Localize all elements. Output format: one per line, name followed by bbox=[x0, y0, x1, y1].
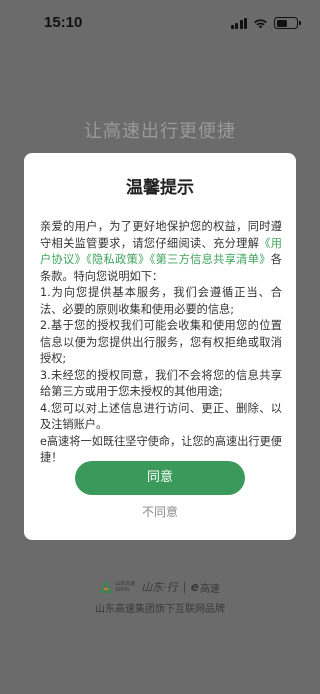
dialog-item-4: 4.您可以对上述信息进行访问、更正、删除、以及注销账户。 bbox=[40, 401, 282, 432]
dialog-body: 亲爱的用户，为了更好地保护您的权益，同时遵守相关监管要求，请您仔细阅读、充分理解… bbox=[40, 219, 282, 467]
privacy-dialog: 温馨提示 亲爱的用户，为了更好地保护您的权益，同时遵守相关监管要求，请您仔细阅读… bbox=[24, 153, 296, 540]
sdhs-mark-icon bbox=[100, 581, 113, 593]
privacy-policy-link[interactable]: 《隐私政策》 bbox=[86, 253, 150, 266]
third-party-list-link[interactable]: 《第三方信息共享清单》 bbox=[150, 253, 271, 266]
shandong-xing-logo: 山东·行 bbox=[141, 581, 178, 594]
battery-icon bbox=[274, 17, 301, 29]
logo-divider bbox=[183, 581, 185, 593]
dialog-item-1: 1.为向您提供基本服务，我们会遵循正当、合法、必要的原则收集和使用必要的信息; bbox=[40, 286, 282, 316]
dialog-item-3: 3.未经您的授权同意，我们不会将您的信息共享给第三方或用于您未授权的其他用途; bbox=[40, 368, 282, 399]
agree-button[interactable]: 同意 bbox=[75, 461, 245, 495]
sdhs-logo-text: 山东高速 SDHS bbox=[115, 581, 136, 593]
dialog-title: 温馨提示 bbox=[126, 178, 194, 198]
status-bar: 15:10 bbox=[0, 0, 320, 46]
brand-logos: 山东高速 SDHS 山东·行 e 高速 bbox=[0, 579, 320, 595]
dialog-intro: 亲爱的用户，为了更好地保护您的权益，同时遵守相关监管要求，请您仔细阅读、充分理解… bbox=[40, 220, 282, 283]
status-time: 15:10 bbox=[44, 14, 83, 31]
brand-caption: 山东高速集团旗下互联网品牌 bbox=[95, 604, 225, 615]
slogan-text: 让高速出行更便捷 bbox=[84, 121, 236, 142]
status-icons bbox=[230, 17, 301, 29]
sdhs-logo: 山东高速 SDHS bbox=[100, 581, 135, 593]
dialog-item-2: 2.基于您的授权我们可能会收集和使用您的位置信息以便为您提供出行服务，您有权拒绝… bbox=[40, 319, 282, 365]
signal-icon bbox=[230, 17, 247, 29]
e-gaosu-logo: e 高速 bbox=[190, 580, 220, 595]
wifi-icon bbox=[254, 18, 267, 28]
disagree-button[interactable]: 不同意 bbox=[24, 503, 296, 520]
